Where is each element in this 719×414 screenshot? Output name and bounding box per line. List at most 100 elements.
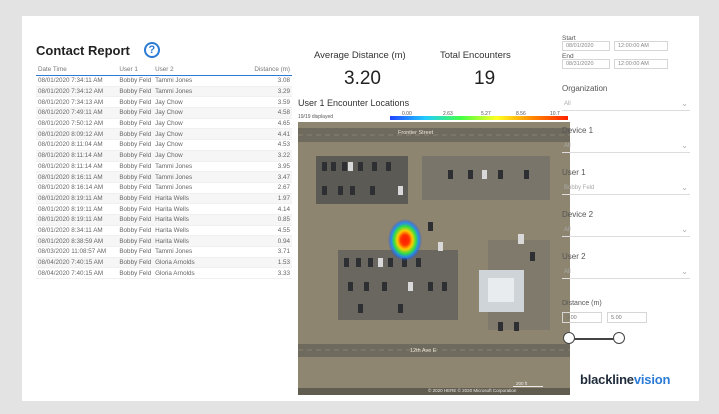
table-row[interactable]: 08/01/2020 8:11:04 AM Bobby Feld Jay Chow 4… [36,140,292,151]
street-label-bottom: 12th Ave E [410,348,437,354]
device2-value: All [564,227,571,233]
encounter-map[interactable]: Frontier Street 12th Ave E © 2020 HERE ©… [298,122,570,395]
cell-user2: Gloria Arnolds [155,259,195,267]
table-row[interactable]: 08/03/2020 11:08:57 AM Bobby Feld Tammi Jo… [36,247,292,258]
cell-user2: Gloria Arnolds [155,269,195,277]
user1-label: User 1 [562,168,586,177]
device1-label: Device 1 [562,126,594,135]
distance-max-input[interactable]: 5.00 [607,312,647,323]
cell-datetime: 08/01/2020 7:49:11 AM [38,109,103,117]
table-row[interactable]: 08/01/2020 7:49:11 AM Bobby Feld Jay Chow 4… [36,108,292,119]
end-time-input[interactable]: 12:00:00 AM [614,59,668,69]
table-row[interactable]: 08/01/2020 8:19:11 AM Bobby Feld Harita We… [36,204,292,215]
cell-user1: Bobby Feld [119,237,152,245]
cell-user2: Tammi Jones [155,173,193,181]
start-date-input[interactable]: 08/01/2020 [562,41,610,51]
table-row[interactable]: 08/01/2020 8:11:14 AM Bobby Feld Jay Chow 3… [36,150,292,162]
cell-datetime: 08/01/2020 7:34:13 AM [38,98,104,106]
table-row[interactable]: 08/01/2020 8:19:11 AM Bobby Feld Harita We… [36,214,292,226]
cell-user2: Harita Wells [155,205,189,213]
user2-dropdown[interactable]: All ⌄ [562,266,690,279]
table-row[interactable]: 08/01/2020 8:34:11 AM Bobby Feld Harita We… [36,226,292,237]
map-legend: 19/19 displayed 0.00 2.63 5.27 8.56 10.7 [298,111,570,122]
table-row[interactable]: 08/01/2020 7:34:11 AM Bobby Feld Tammi Jon… [36,76,292,87]
total-encounters-value: 19 [474,68,496,89]
logo-text-accent: vision [633,372,671,387]
table-row[interactable]: 08/01/2020 8:11:14 AM Bobby Feld Tammi Jon… [36,162,292,173]
column-header-user2[interactable]: User 2 [155,66,211,73]
device2-dropdown[interactable]: All ⌄ [562,224,690,237]
table-row[interactable]: 08/01/2020 8:09:12 AM Bobby Feld Jay Chow 4… [36,129,292,141]
cell-datetime: 08/01/2020 8:16:14 AM [38,184,104,192]
cell-distance: 3.08 [277,77,291,85]
total-encounters-label: Total Encounters [440,50,511,61]
legend-tick: 5.27 [481,111,491,117]
cell-distance: 1.97 [277,194,291,202]
cell-datetime: 08/01/2020 7:34:11 AM [38,77,103,85]
cell-distance: 3.47 [277,173,291,181]
organization-dropdown[interactable]: All ⌄ [562,98,690,111]
column-header-user1[interactable]: User 1 [119,66,155,73]
cell-datetime: 08/04/2020 7:40:15 AM [38,269,104,277]
report-header: Contact Report ? [36,42,160,58]
cell-datetime: 08/01/2020 7:50:12 AM [38,120,104,128]
distance-slider-max-handle[interactable] [613,332,625,344]
column-header-datetime[interactable]: Date Time [36,66,119,73]
contact-table: Date Time User 1 User 2 Distance (m) 08/… [36,66,292,280]
table-row[interactable]: 08/01/2020 7:34:13 AM Bobby Feld Jay Chow 3… [36,97,292,109]
organization-value: All [564,101,571,107]
column-header-distance[interactable]: Distance (m) [211,66,292,73]
distance-min-input[interactable]: 0.00 [562,312,602,323]
table-row[interactable]: 08/01/2020 8:19:11 AM Bobby Feld Harita We… [36,193,292,205]
cell-user2: Tammi Jones [155,248,193,256]
user2-label: User 2 [562,252,586,261]
cell-user2: Harita Wells [155,216,189,224]
cell-user1: Bobby Feld [119,130,152,138]
device1-dropdown[interactable]: All ⌄ [562,140,690,153]
cell-distance: 3.33 [277,269,291,277]
cell-datetime: 08/01/2020 8:19:11 AM [38,205,103,213]
table-row[interactable]: 08/01/2020 7:34:12 AM Bobby Feld Tammi Jon… [36,86,292,98]
avg-distance-label: Average Distance (m) [314,50,406,61]
cell-datetime: 08/01/2020 8:09:12 AM [38,130,104,138]
cell-user1: Bobby Feld [119,120,152,128]
cell-user2: Jay Chow [155,141,183,149]
table-body: 08/01/2020 7:34:11 AM Bobby Feld Tammi Jon… [36,76,292,280]
logo-text-black: blackline [580,372,634,387]
user1-dropdown[interactable]: Bobby Feld ⌄ [562,182,690,195]
cell-datetime: 08/01/2020 7:34:12 AM [38,88,104,96]
help-icon[interactable]: ? [143,42,160,58]
cell-user2: Jay Chow [155,130,183,138]
distance-slider-track[interactable] [570,338,618,340]
map-displayed-count: 19/19 displayed [298,114,334,120]
map-title: User 1 Encounter Locations [298,98,410,108]
cell-distance: 3.59 [277,98,291,106]
cell-distance: 3.29 [277,88,291,96]
cell-user1: Bobby Feld [119,173,152,181]
cell-distance: 4.53 [277,141,291,149]
cell-distance: 4.14 [277,205,291,213]
user2-value: All [564,269,571,275]
map-scale-bar [513,386,543,387]
cell-distance: 4.41 [277,130,291,138]
cell-user1: Bobby Feld [119,141,152,149]
cell-user1: Bobby Feld [119,216,152,224]
table-row[interactable]: 08/01/2020 8:38:59 AM Bobby Feld Harita We… [36,236,292,247]
cell-user1: Bobby Feld [119,194,152,202]
cell-user2: Jay Chow [155,120,183,128]
table-row[interactable]: 08/01/2020 7:50:12 AM Bobby Feld Jay Chow 4… [36,119,292,130]
distance-slider-min-handle[interactable] [563,332,575,344]
cell-distance: 4.65 [277,120,291,128]
table-row[interactable]: 08/01/2020 8:16:14 AM Bobby Feld Tammi Jon… [36,183,292,194]
cell-datetime: 08/01/2020 8:11:04 AM [38,141,103,149]
map-attribution: © 2020 HERE © 2020 Microsoft Corporation [428,388,517,393]
end-date-input[interactable]: 08/31/2020 [562,59,610,69]
start-time-input[interactable]: 12:00:00 AM [614,41,668,51]
cell-user2: Tammi Jones [155,77,193,85]
table-row[interactable]: 08/04/2020 7:40:15 AM Bobby Feld Gloria Ar… [36,257,292,269]
table-row[interactable]: 08/01/2020 8:16:11 AM Bobby Feld Tammi Jon… [36,172,292,183]
cell-distance: 0.85 [277,216,291,224]
legend-tick: 8.56 [516,111,526,117]
report-title: Contact Report [36,42,130,58]
table-row[interactable]: 08/04/2020 7:40:15 AM Bobby Feld Gloria Ar… [36,268,292,280]
